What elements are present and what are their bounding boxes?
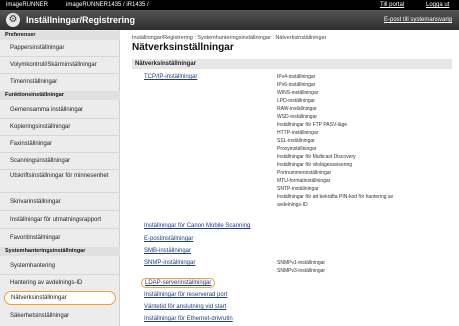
- sidebar-item-favorites[interactable]: Favoritinställningar: [10, 234, 116, 242]
- divider: [0, 169, 120, 170]
- logout-link[interactable]: Logga ut: [426, 0, 449, 10]
- sidebar-item-memory-print[interactable]: Utskriftsinställningar för minnesenhet: [10, 172, 116, 180]
- page-title: Nätverksinställningar: [132, 42, 234, 53]
- section-header: Nätverksinställningar: [132, 59, 452, 69]
- sidebar-item-timer[interactable]: Timerinställningar: [10, 78, 116, 86]
- sidebar-item-scan[interactable]: Scanningsinställningar: [10, 157, 116, 165]
- reserved-port-link[interactable]: Inställningar för reserverad port: [144, 291, 227, 299]
- snmp-item: SNMPv3-inställningar: [277, 268, 326, 274]
- divider: [0, 228, 120, 229]
- tcp-item: MTU-formatinställningar: [277, 178, 331, 184]
- tcp-item: Inställningar för vilolägesavisering: [277, 162, 353, 168]
- snmp-item: SNMPv1-inställningar: [277, 260, 326, 266]
- sidebar-item-system-management[interactable]: Systemhantering: [10, 262, 116, 270]
- tcp-item: Proxyinställningar: [277, 146, 317, 152]
- portal-link[interactable]: Till portal: [380, 0, 404, 10]
- sidebar-item-printer[interactable]: Skrivarinställningar: [10, 198, 116, 206]
- tcp-item: WSD-inställningar: [277, 114, 318, 120]
- app-title: Inställningar/Registrering: [26, 15, 136, 25]
- smb-settings-link[interactable]: SMB-inställningar: [144, 247, 191, 255]
- sidebar-header-system: Systemhanteringsinställningar: [0, 247, 120, 256]
- ethernet-driver-link[interactable]: Inställningar för Ethernet-drivrutin: [144, 315, 233, 323]
- tcp-item: LPD-inställningar: [277, 98, 316, 104]
- sidebar-item-paper[interactable]: Pappersinställningar: [10, 44, 116, 52]
- email-settings-link[interactable]: E-postinställningar: [144, 235, 193, 243]
- sidebar-header-preferences: Preferenser: [0, 31, 120, 40]
- sidebar-item-copy[interactable]: Kopieringsinställningar: [10, 123, 116, 131]
- sidebar-header-functions: Funktionsinställningar: [0, 91, 120, 100]
- gear-icon: ⚙: [6, 13, 20, 27]
- tcp-item: HTTP-inställningar: [277, 130, 319, 136]
- divider: [0, 118, 120, 119]
- divider: [0, 56, 120, 57]
- tcp-item: IPv6-inställningar: [277, 82, 316, 88]
- sidebar-item-output-report[interactable]: Inställningar för utmatningsrapport: [10, 216, 116, 224]
- device-model: imageRUNNER1435 / iR1435 /: [66, 2, 149, 8]
- email-admin-link[interactable]: E-post till systemansvarig: [384, 15, 452, 25]
- title-bar: ⚙ Inställningar/Registrering E-post till…: [0, 10, 459, 30]
- sidebar-item-security[interactable]: Säkerhetsinställningar: [10, 312, 116, 320]
- tcp-item: Inställningar för att bekräfta PIN-kod f…: [277, 194, 394, 200]
- ldap-server-settings-link[interactable]: LDAP-serverinställningar: [141, 278, 216, 288]
- divider: [0, 192, 120, 193]
- tcp-item: WINS-inställningar: [277, 90, 319, 96]
- tcp-item: SSL-inställningar: [277, 138, 315, 144]
- snmp-settings-link[interactable]: SNMP-inställningar: [144, 259, 195, 267]
- tcp-ip-settings-link[interactable]: TCP/IP-inställningar: [144, 73, 197, 81]
- tcp-item-continued: avdelnings-ID: [277, 202, 308, 208]
- sidebar-item-dept-id[interactable]: Hantering av avdelnings-ID: [10, 279, 116, 287]
- tcp-item: RAW-inställningar: [277, 106, 317, 112]
- tcp-item: Inställningar för Multicast Discovery: [277, 154, 356, 160]
- sidebar: Preferenser Pappersinställningar Volymko…: [0, 30, 120, 326]
- tcp-item: SNTP-inställningar: [277, 186, 319, 192]
- sidebar-item-common[interactable]: Gemensamma inställningar: [10, 106, 116, 114]
- tcp-item: Portnummerinställningar: [277, 170, 332, 176]
- sidebar-item-network[interactable]: Nätverksinställningar: [4, 291, 116, 305]
- main-content: Inställningar/Registrering : Systemhante…: [120, 30, 459, 326]
- divider: [0, 135, 120, 136]
- canon-mobile-scanning-link[interactable]: Inställningar för Canon Mobile Scanning: [144, 222, 250, 230]
- breadcrumb: Inställningar/Registrering : Systemhante…: [132, 35, 327, 41]
- sidebar-item-volume[interactable]: Volymkontroll/Skärminställningar: [10, 61, 116, 69]
- tcp-item: IPv4-inställningar: [277, 74, 316, 80]
- brand-name: imageRUNNER: [6, 2, 49, 8]
- startup-wait-time-link[interactable]: Väntetid för anslutning vid start: [144, 303, 226, 311]
- sidebar-item-fax[interactable]: Faxinställningar: [10, 140, 116, 148]
- divider: [0, 73, 120, 74]
- divider: [0, 152, 120, 153]
- top-bar: imageRUNNER imageRUNNER1435 / iR1435 / T…: [0, 0, 459, 10]
- tcp-item: Inställningar för FTP PASV-läge: [277, 122, 348, 128]
- divider: [0, 210, 120, 211]
- divider: [0, 274, 120, 275]
